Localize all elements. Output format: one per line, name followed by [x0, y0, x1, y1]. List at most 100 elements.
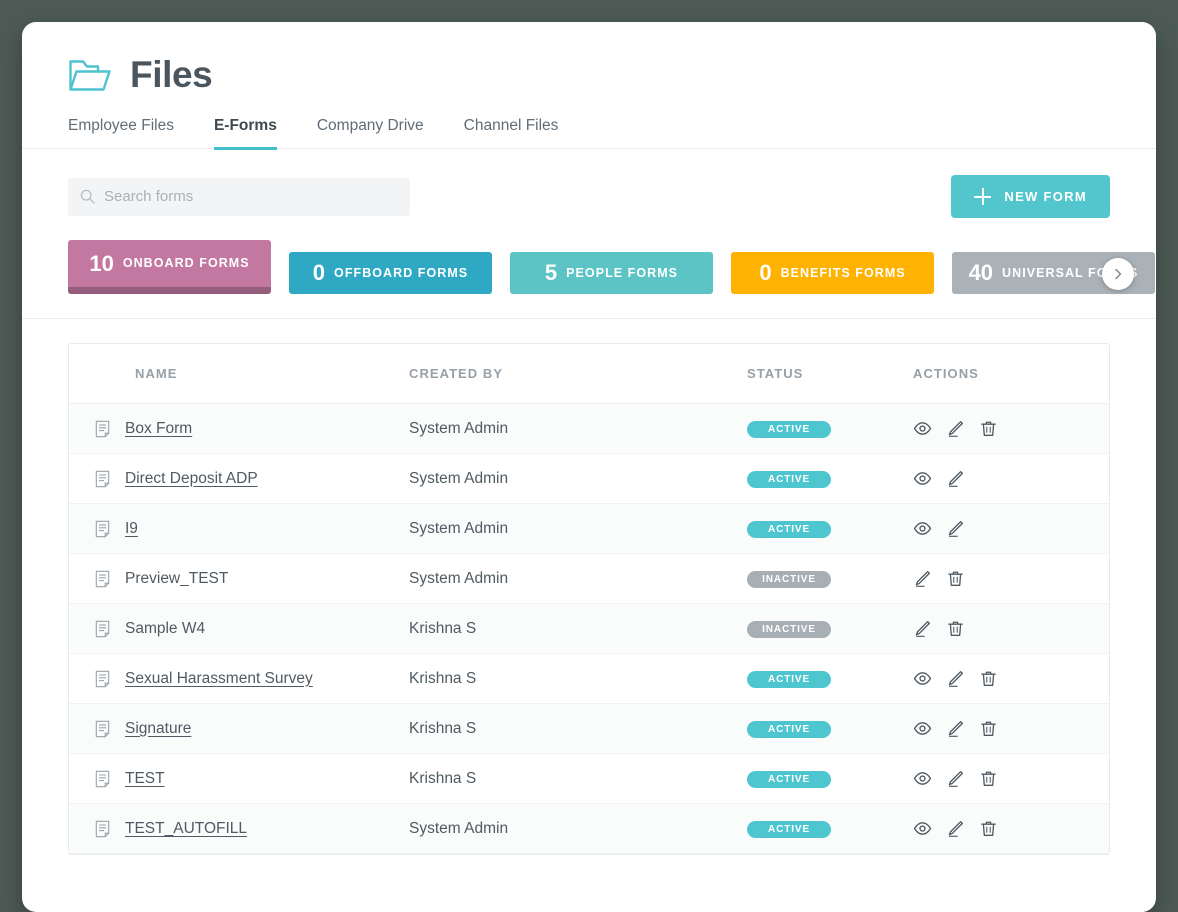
row-actions — [913, 669, 1109, 688]
title-row: Files — [68, 56, 1110, 93]
new-form-button[interactable]: NEW FORM — [951, 175, 1110, 218]
cell-created-by: System Admin — [409, 554, 747, 604]
form-name[interactable]: Sexual Harassment Survey — [125, 670, 313, 688]
chip-people-count: 5 — [544, 260, 558, 285]
search-box[interactable] — [68, 177, 410, 216]
chip-onboard-label: ONBOARD FORMS — [122, 256, 250, 271]
edit-icon[interactable] — [913, 569, 932, 588]
chip-benefits-label: BENEFITS FORMS — [780, 265, 906, 280]
form-name[interactable]: I9 — [125, 520, 138, 538]
page-title: Files — [130, 54, 213, 95]
chip-universal-count: 40 — [968, 260, 994, 285]
chip-benefits-count: 0 — [759, 260, 772, 285]
table-row[interactable]: Box Form System Admin ACTIVE — [69, 403, 1109, 454]
cell-created-by: Krishna S — [409, 604, 747, 654]
document-icon — [95, 670, 110, 687]
table-row[interactable]: TEST Krishna S ACTIVE — [69, 753, 1109, 804]
cell-status: ACTIVE — [747, 654, 913, 704]
tab-bar: Employee Files E-Forms Company Drive Cha… — [22, 117, 1156, 150]
chevron-right-icon — [1115, 268, 1122, 280]
cell-actions — [913, 754, 1109, 804]
delete-icon[interactable] — [946, 619, 965, 638]
created-by-value: System Admin — [409, 469, 509, 487]
cell-status: ACTIVE — [747, 704, 913, 754]
view-icon[interactable] — [913, 669, 932, 688]
cell-actions — [913, 404, 1109, 454]
edit-icon[interactable] — [946, 419, 965, 438]
document-icon — [95, 620, 110, 637]
view-icon[interactable] — [913, 519, 932, 538]
page-header: Files — [22, 22, 1156, 93]
edit-icon[interactable] — [946, 519, 965, 538]
folder-icon — [69, 59, 111, 91]
cell-name: I9 — [69, 504, 409, 554]
chip-offboard-forms[interactable]: 0 OFFBOARD FORMS — [289, 252, 492, 294]
document-icon — [95, 820, 110, 837]
status-badge: INACTIVE — [747, 571, 831, 588]
form-name[interactable]: TEST_AUTOFILL — [125, 820, 247, 838]
created-by-value: System Admin — [409, 519, 509, 537]
search-input[interactable] — [104, 188, 398, 205]
tab-employee-files[interactable]: Employee Files — [68, 117, 174, 150]
table-row[interactable]: TEST_AUTOFILL System Admin ACTIVE — [69, 803, 1109, 854]
cell-status: INACTIVE — [747, 554, 913, 604]
status-badge: ACTIVE — [747, 471, 831, 488]
delete-icon[interactable] — [979, 669, 998, 688]
chip-onboard-forms[interactable]: 10 ONBOARD FORMS — [68, 240, 271, 294]
edit-icon[interactable] — [946, 769, 965, 788]
edit-icon[interactable] — [946, 819, 965, 838]
tab-channel-files[interactable]: Channel Files — [464, 117, 559, 150]
table-row[interactable]: Direct Deposit ADP System Admin ACTIVE — [69, 453, 1109, 504]
table-row[interactable]: Sexual Harassment Survey Krishna S ACTIVE — [69, 653, 1109, 704]
delete-icon[interactable] — [979, 719, 998, 738]
delete-icon[interactable] — [979, 769, 998, 788]
cell-created-by: Krishna S — [409, 704, 747, 754]
view-icon[interactable] — [913, 469, 932, 488]
table-row[interactable]: Signature Krishna S ACTIVE — [69, 703, 1109, 754]
form-name[interactable]: Signature — [125, 720, 191, 738]
status-badge: INACTIVE — [747, 621, 831, 638]
table-row[interactable]: I9 System Admin ACTIVE — [69, 503, 1109, 554]
document-icon — [95, 420, 110, 437]
edit-icon[interactable] — [946, 669, 965, 688]
tab-company-drive[interactable]: Company Drive — [317, 117, 424, 150]
view-icon[interactable] — [913, 769, 932, 788]
edit-icon[interactable] — [946, 719, 965, 738]
cell-created-by: Krishna S — [409, 654, 747, 704]
chip-people-forms[interactable]: 5 PEOPLE FORMS — [510, 252, 713, 294]
document-icon — [95, 770, 110, 787]
row-actions — [913, 419, 1109, 438]
cell-status: ACTIVE — [747, 454, 913, 504]
created-by-value: Krishna S — [409, 619, 477, 637]
row-actions — [913, 769, 1109, 788]
table-row[interactable]: Preview_TEST System Admin INACTIVE — [69, 553, 1109, 604]
cell-created-by: System Admin — [409, 804, 747, 854]
cell-status: ACTIVE — [747, 504, 913, 554]
chip-offboard-count: 0 — [312, 260, 326, 285]
form-name[interactable]: TEST — [125, 770, 165, 788]
form-name[interactable]: Box Form — [125, 420, 192, 438]
view-icon[interactable] — [913, 819, 932, 838]
cell-status: ACTIVE — [747, 804, 913, 854]
form-name[interactable]: Direct Deposit ADP — [125, 470, 258, 488]
edit-icon[interactable] — [946, 469, 965, 488]
document-icon — [95, 520, 110, 537]
table-row[interactable]: Sample W4 Krishna S INACTIVE — [69, 603, 1109, 654]
delete-icon[interactable] — [979, 819, 998, 838]
view-icon[interactable] — [913, 719, 932, 738]
tab-e-forms[interactable]: E-Forms — [213, 117, 277, 150]
chip-benefits-forms[interactable]: 0 BENEFITS FORMS — [731, 252, 934, 294]
cell-name: TEST — [69, 754, 409, 804]
search-icon — [80, 189, 95, 204]
view-icon[interactable] — [913, 419, 932, 438]
cell-actions — [913, 604, 1109, 654]
column-header-created-by: CREATED BY — [409, 344, 747, 404]
delete-icon[interactable] — [979, 419, 998, 438]
edit-icon[interactable] — [913, 619, 932, 638]
delete-icon[interactable] — [946, 569, 965, 588]
chip-offboard-label: OFFBOARD FORMS — [334, 265, 469, 280]
chips-next-button[interactable] — [1102, 258, 1134, 290]
action-bar: NEW FORM — [22, 149, 1156, 218]
new-form-button-label: NEW FORM — [1004, 189, 1087, 204]
created-by-value: Krishna S — [409, 719, 477, 737]
